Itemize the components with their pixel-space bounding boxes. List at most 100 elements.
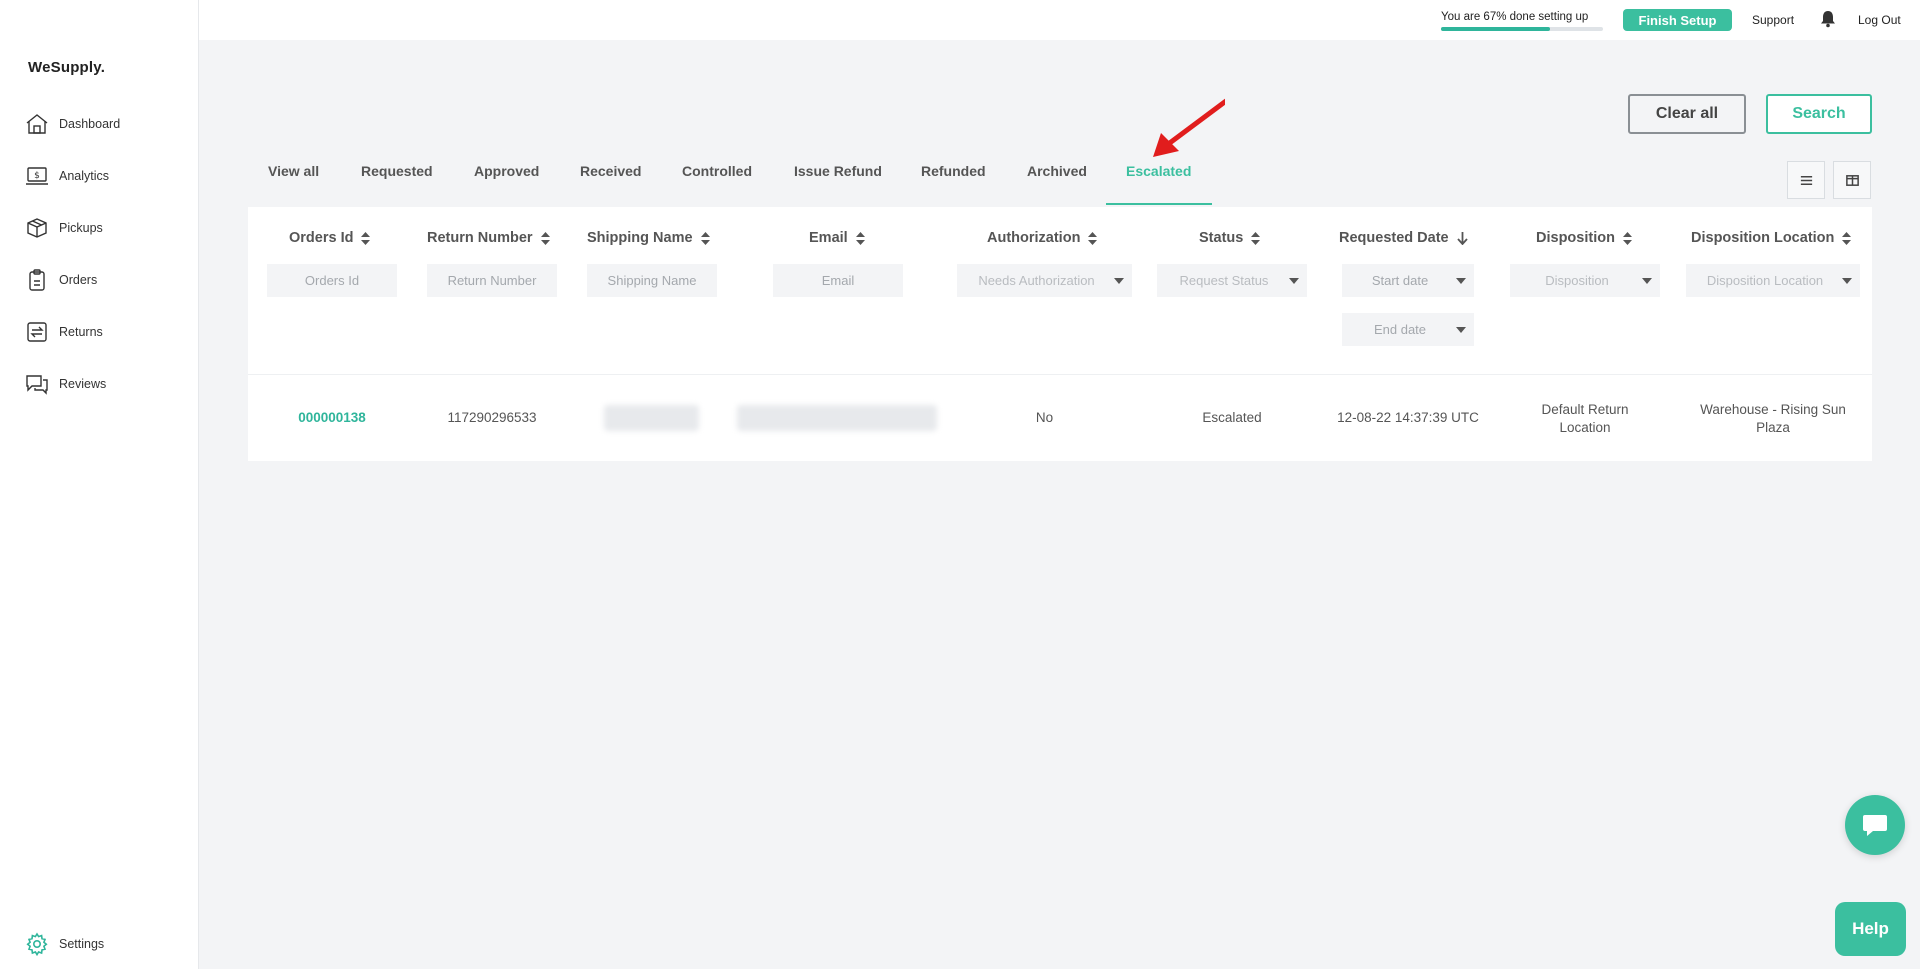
select-placeholder: End date	[1373, 322, 1427, 337]
logout-link[interactable]: Log Out	[1858, 13, 1901, 27]
column-header-label: Status	[1199, 230, 1244, 246]
redacted-shipping-name	[604, 405, 699, 431]
sort-down-icon	[1456, 231, 1468, 245]
return-number-filter-input[interactable]	[427, 264, 557, 297]
column-header-orders-id[interactable]: Orders Id	[289, 230, 371, 246]
select-placeholder: Disposition	[1545, 273, 1609, 288]
disposition-cell: Default Return Location	[1541, 402, 1629, 435]
annotation-arrow-icon	[1153, 98, 1225, 157]
sidebar-item-returns[interactable]: Returns	[24, 317, 103, 347]
column-header-status[interactable]: Status	[1199, 230, 1261, 246]
returns-icon	[24, 319, 50, 345]
tab-requested[interactable]: Requested	[361, 163, 433, 179]
tab-issue-refund[interactable]: Issue Refund	[794, 163, 882, 179]
sidebar-item-label: Settings	[59, 937, 105, 951]
sort-icon	[1088, 231, 1098, 245]
gear-icon	[24, 931, 50, 957]
column-header-shipping-name[interactable]: Shipping Name	[587, 230, 710, 246]
column-header-disposition[interactable]: Disposition	[1536, 230, 1632, 246]
clipboard-icon	[24, 267, 50, 293]
tab-controlled[interactable]: Controlled	[682, 163, 752, 179]
tab-escalated[interactable]: Escalated	[1126, 163, 1191, 179]
tab-archived[interactable]: Archived	[1027, 163, 1087, 179]
email-filter-input[interactable]	[773, 264, 903, 297]
bell-icon[interactable]	[1818, 9, 1838, 29]
sidebar-item-settings[interactable]: Settings	[24, 929, 104, 959]
column-header-return-number[interactable]: Return Number	[427, 230, 550, 246]
tab-received[interactable]: Received	[580, 163, 641, 179]
brand-logo[interactable]: WeSupply.	[28, 59, 105, 76]
column-header-disposition-location[interactable]: Disposition Location	[1691, 230, 1852, 246]
sort-icon	[1842, 231, 1852, 245]
setup-progress-text: You are 67% done setting up	[1441, 11, 1589, 23]
status-filter-select[interactable]: Request Status	[1157, 264, 1307, 297]
help-button[interactable]: Help	[1835, 902, 1906, 956]
order-id-link[interactable]: 000000138	[267, 410, 397, 425]
sort-icon	[855, 231, 865, 245]
sidebar-item-dashboard[interactable]: Dashboard	[24, 109, 120, 139]
sort-icon	[1251, 231, 1261, 245]
status-cell: Escalated	[1202, 410, 1262, 425]
sidebar-item-label: Pickups	[59, 221, 103, 235]
box-icon	[24, 215, 50, 241]
orders-id-filter-input[interactable]	[267, 264, 397, 297]
column-header-requested-date[interactable]: Requested Date	[1339, 230, 1468, 246]
start-date-filter[interactable]: Start date	[1342, 264, 1474, 297]
tab-view-all[interactable]: View all	[268, 163, 319, 179]
table-divider	[248, 374, 1872, 375]
sort-icon	[361, 231, 371, 245]
column-header-label: Disposition Location	[1691, 230, 1835, 246]
reviews-icon	[24, 371, 50, 397]
disposition-location-cell: Warehouse - Rising Sun Plaza	[1700, 402, 1846, 435]
chevron-down-icon	[1289, 277, 1299, 284]
svg-text:$: $	[34, 171, 40, 181]
chevron-down-icon	[1456, 326, 1466, 333]
sidebar-item-analytics[interactable]: $ Analytics	[24, 161, 109, 191]
select-placeholder: Start date	[1371, 273, 1429, 288]
select-placeholder: Needs Authorization	[978, 273, 1095, 288]
requested-date-cell: 12-08-22 14:37:39 UTC	[1337, 410, 1479, 425]
search-button[interactable]: Search	[1766, 94, 1872, 134]
column-header-authorization[interactable]: Authorization	[987, 230, 1098, 246]
end-date-filter[interactable]: End date	[1342, 313, 1474, 346]
chevron-down-icon	[1114, 277, 1124, 284]
home-icon	[24, 111, 50, 137]
chevron-down-icon	[1842, 277, 1852, 284]
tab-approved[interactable]: Approved	[474, 163, 539, 179]
tab-refunded[interactable]: Refunded	[921, 163, 986, 179]
column-view-button[interactable]	[1833, 161, 1871, 199]
select-placeholder: Disposition Location	[1706, 273, 1824, 288]
authorization-cell: No	[1035, 410, 1054, 425]
column-header-label: Requested Date	[1339, 230, 1449, 246]
return-number-cell: 117290296533	[447, 410, 537, 425]
shipping-name-filter-input[interactable]	[587, 264, 717, 297]
column-header-label: Email	[809, 230, 848, 246]
chat-button[interactable]	[1845, 795, 1905, 855]
redacted-email	[737, 405, 937, 431]
sidebar-item-orders[interactable]: Orders	[24, 265, 97, 295]
active-tab-indicator	[1106, 203, 1212, 205]
authorization-filter-select[interactable]: Needs Authorization	[957, 264, 1132, 297]
column-header-label: Orders Id	[289, 230, 354, 246]
select-placeholder: Request Status	[1179, 273, 1269, 288]
disposition-location-filter-select[interactable]: Disposition Location	[1686, 264, 1860, 297]
chevron-down-icon	[1456, 277, 1466, 284]
columns-icon	[1845, 174, 1859, 186]
column-header-label: Shipping Name	[587, 230, 693, 246]
clear-all-button[interactable]: Clear all	[1628, 94, 1746, 134]
sidebar-item-reviews[interactable]: Reviews	[24, 369, 106, 399]
list-icon	[1800, 175, 1812, 185]
finish-setup-button[interactable]: Finish Setup	[1623, 9, 1732, 31]
setup-progress-fill	[1441, 27, 1550, 31]
list-view-button[interactable]	[1787, 161, 1825, 199]
sort-icon	[700, 231, 710, 245]
column-header-email[interactable]: Email	[809, 230, 865, 246]
setup-progress-bar	[1441, 27, 1603, 31]
support-link[interactable]: Support	[1752, 13, 1794, 27]
column-header-label: Authorization	[987, 230, 1081, 246]
disposition-filter-select[interactable]: Disposition	[1510, 264, 1660, 297]
sort-icon	[1622, 231, 1632, 245]
sidebar-item-pickups[interactable]: Pickups	[24, 213, 103, 243]
sort-icon	[540, 231, 550, 245]
sidebar-item-label: Orders	[59, 273, 98, 287]
